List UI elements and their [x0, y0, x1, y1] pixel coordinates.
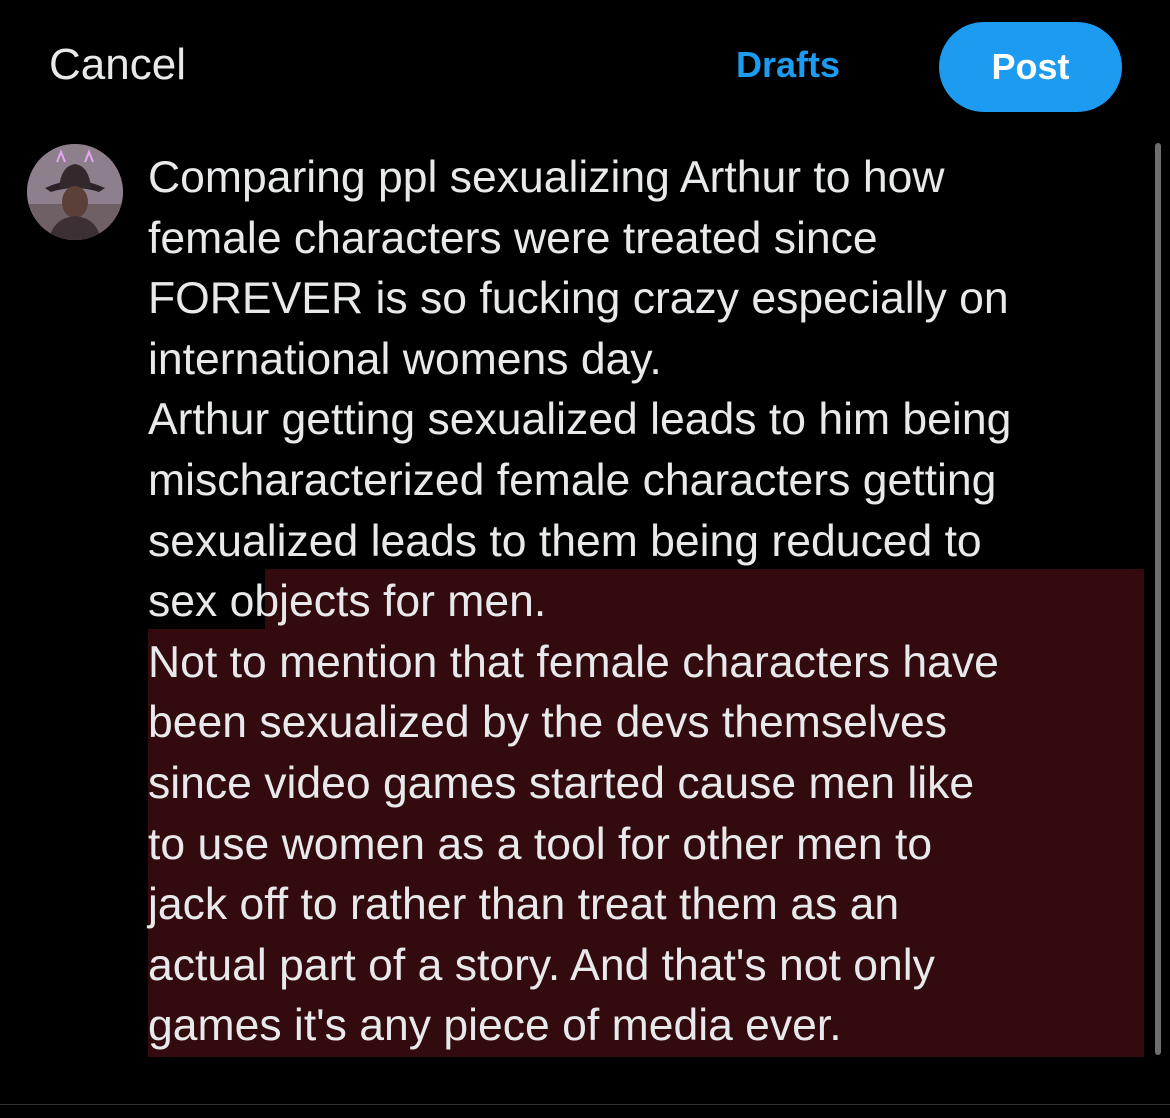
avatar-image — [27, 144, 123, 240]
scrollbar[interactable] — [1155, 143, 1161, 1055]
cancel-button[interactable]: Cancel — [49, 40, 186, 90]
divider — [0, 1104, 1170, 1105]
composer-text-area[interactable]: Comparing ppl sexualizing Arthur to how … — [148, 148, 1148, 1057]
avatar[interactable] — [27, 144, 123, 240]
post-button[interactable]: Post — [939, 22, 1122, 112]
composer-header: Cancel Drafts Post — [0, 0, 1170, 140]
drafts-button[interactable]: Drafts — [736, 44, 840, 86]
